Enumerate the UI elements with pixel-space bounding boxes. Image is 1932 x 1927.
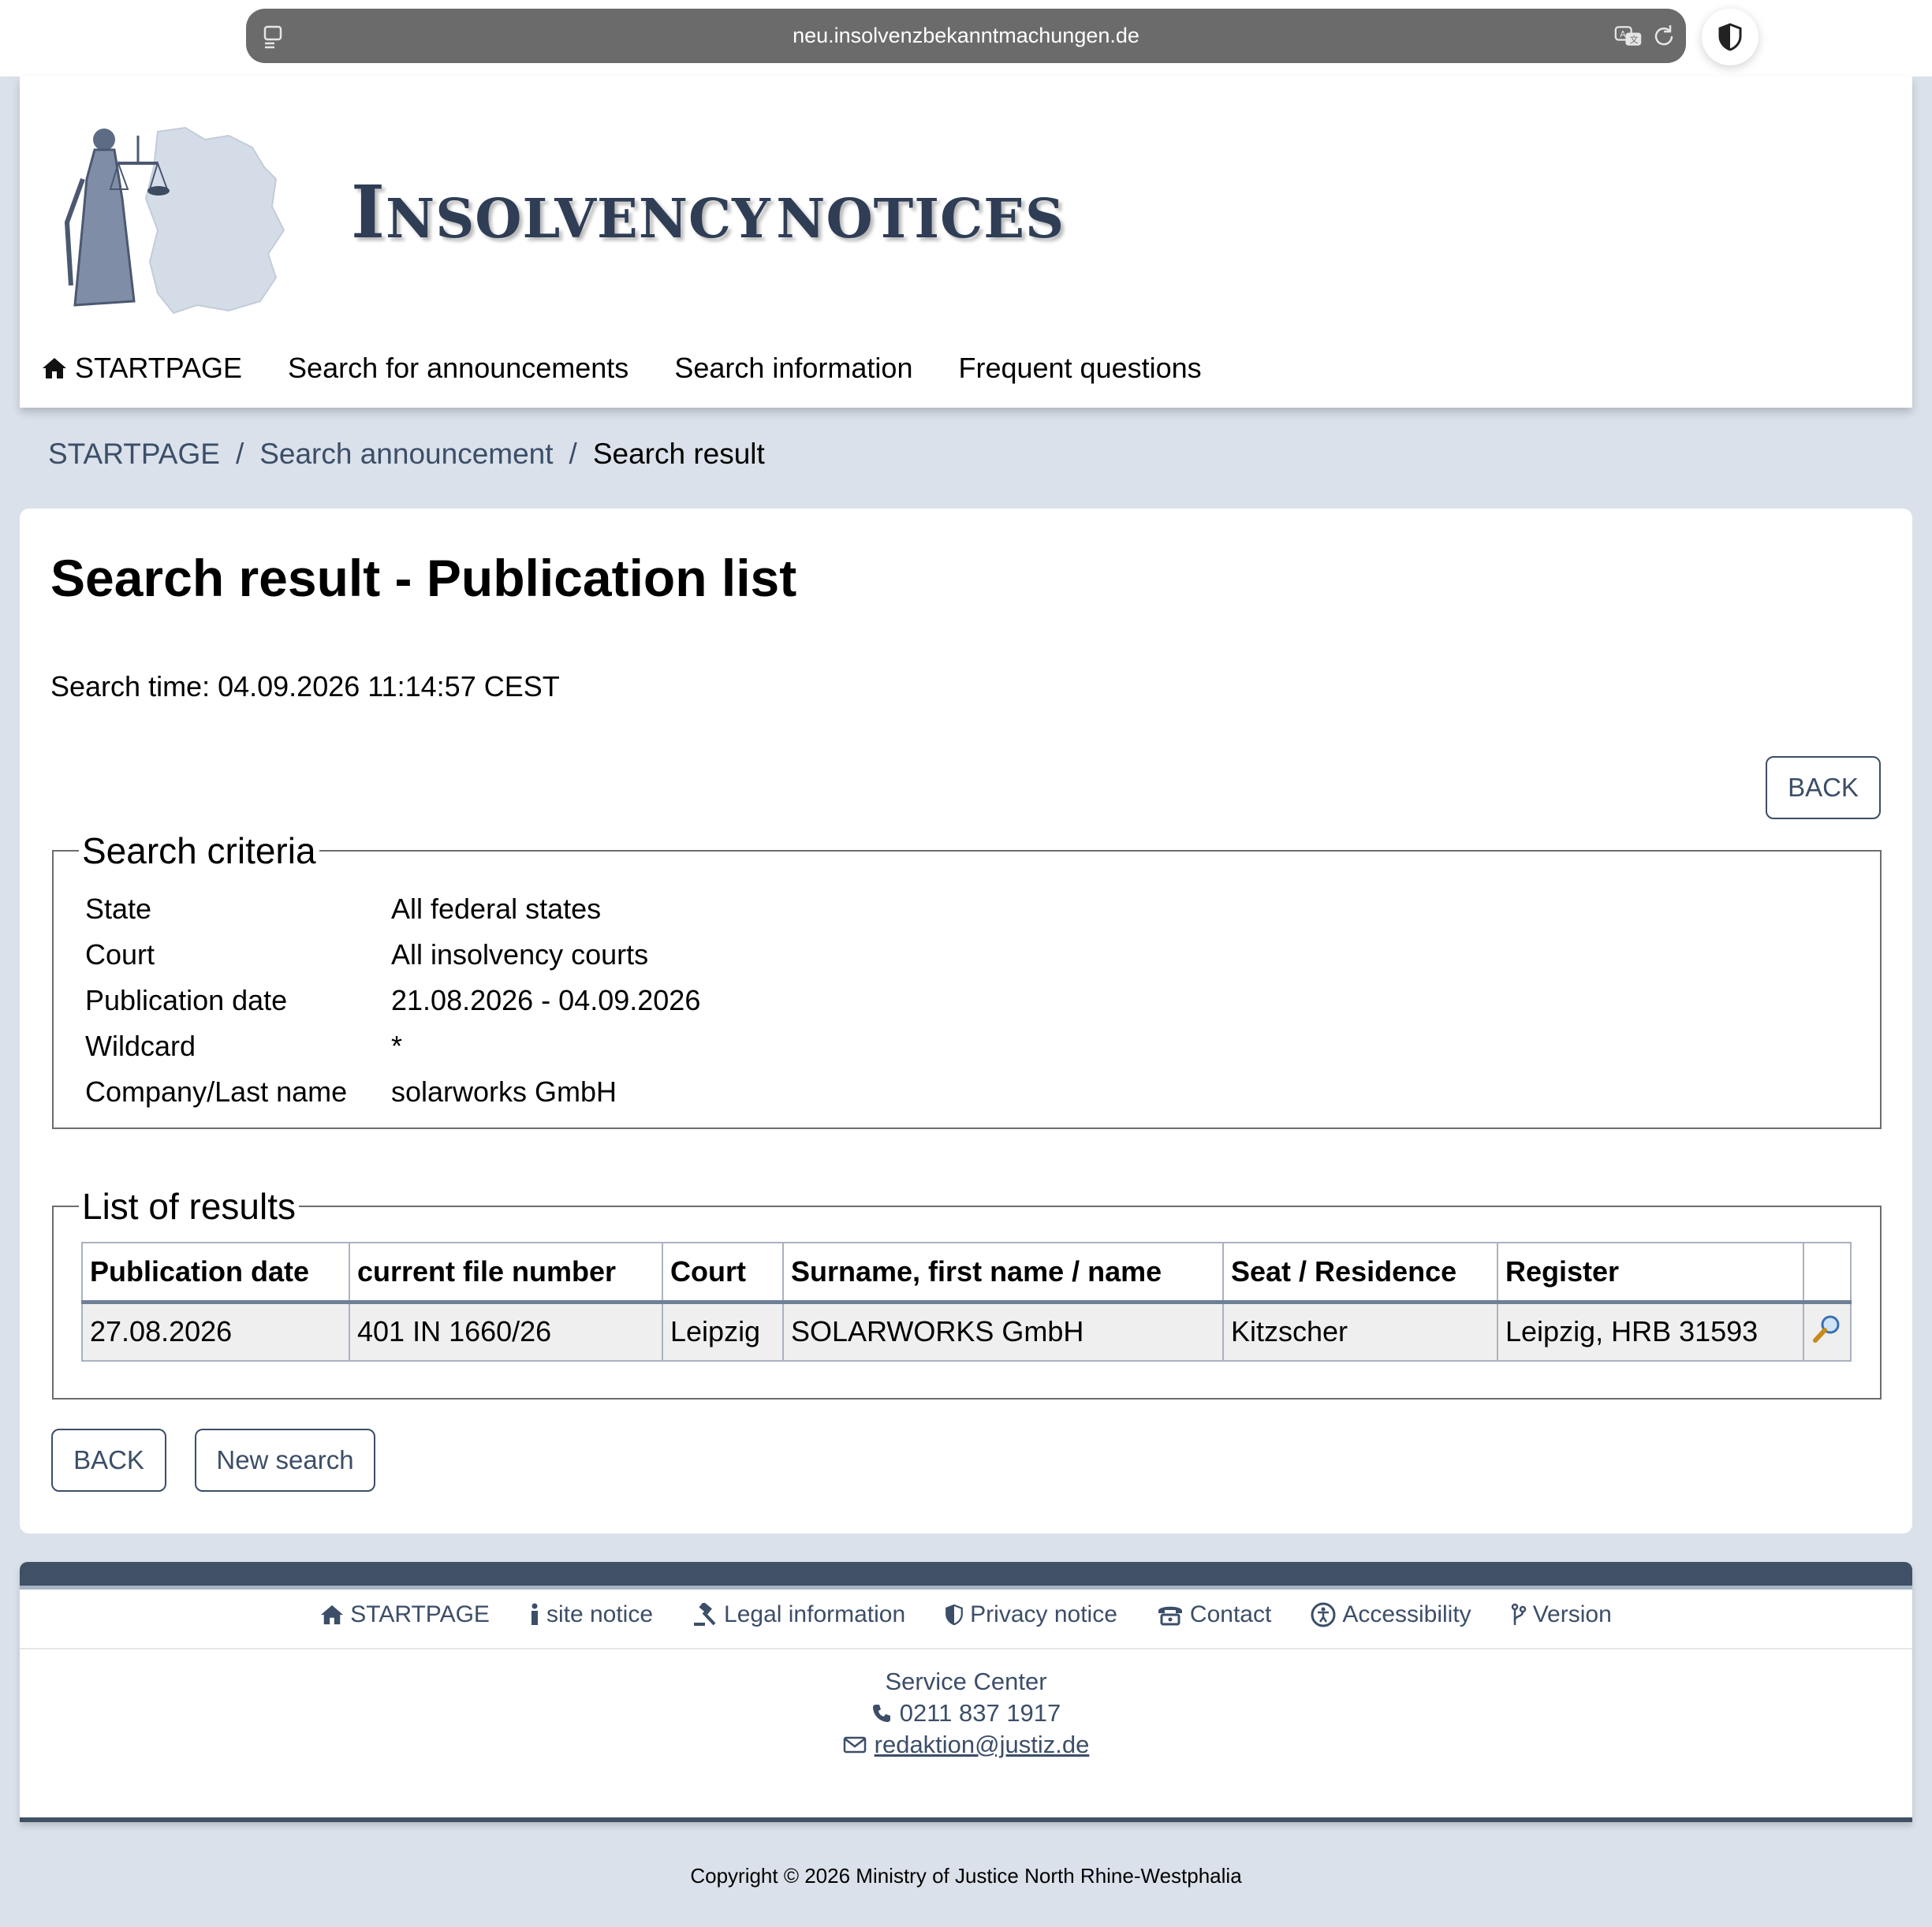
cell-action bbox=[1803, 1301, 1852, 1362]
page-title: Search result - Publication list bbox=[50, 549, 797, 607]
back-button-bottom[interactable]: BACK bbox=[51, 1429, 166, 1492]
magnifier-icon[interactable] bbox=[1811, 1313, 1843, 1344]
footer-link-label: Privacy notice bbox=[970, 1601, 1117, 1627]
table-header-row: Publication date current file number Cou… bbox=[81, 1242, 1852, 1304]
breadcrumb-search-announcement[interactable]: Search announcement bbox=[259, 438, 553, 471]
column-header-action bbox=[1803, 1242, 1852, 1304]
column-header-seat[interactable]: Seat / Residence bbox=[1222, 1242, 1498, 1304]
nav-search-information[interactable]: Search information bbox=[674, 352, 912, 385]
phone-icon bbox=[872, 1705, 890, 1722]
column-header-name[interactable]: Surname, first name / name bbox=[782, 1242, 1224, 1304]
home-icon bbox=[43, 358, 66, 378]
service-email: redaktion@justiz.de bbox=[20, 1729, 1912, 1761]
back-button-top[interactable]: BACK bbox=[1766, 756, 1881, 819]
nav-startpage-label: STARTPAGE bbox=[75, 352, 243, 384]
nav-search-information-label: Search information bbox=[674, 352, 913, 384]
service-center: Service Center 0211 837 1917 redaktion@j… bbox=[20, 1666, 1912, 1761]
nav-startpage[interactable]: STARTPAGE bbox=[42, 352, 242, 385]
copyright: Copyright © 2026 Ministry of Justice Nor… bbox=[690, 1864, 1242, 1888]
nav-frequent-questions-label: Frequent questions bbox=[958, 352, 1202, 384]
footer-link-label: STARTPAGE bbox=[350, 1601, 490, 1627]
footer-divider bbox=[20, 1648, 1912, 1649]
translate-icon[interactable]: A 文 bbox=[1614, 22, 1643, 50]
svg-text:A: A bbox=[1620, 29, 1626, 39]
criteria-label: State bbox=[85, 893, 152, 925]
breadcrumb-startpage[interactable]: STARTPAGE bbox=[48, 438, 220, 471]
site-footer: STARTPAGE site notice Legal information … bbox=[20, 1562, 1912, 1822]
column-header-publication-date[interactable]: Publication date bbox=[81, 1242, 350, 1304]
criteria-value: * bbox=[391, 1030, 403, 1062]
telephone-icon bbox=[1158, 1606, 1182, 1626]
breadcrumb-separator: / bbox=[235, 438, 244, 470]
service-phone: 0211 837 1917 bbox=[20, 1698, 1912, 1729]
breadcrumb-current: Search result bbox=[592, 438, 765, 470]
cell-seat: Kitzscher bbox=[1222, 1301, 1498, 1362]
footer-link-label: site notice bbox=[546, 1601, 654, 1627]
site-title-word-2: NOTICES bbox=[776, 188, 1065, 251]
cell-register: Leipzig, HRB 31593 bbox=[1497, 1301, 1804, 1362]
footer-link-site-notice[interactable]: site notice bbox=[529, 1601, 653, 1628]
footer-link-privacy-notice[interactable]: Privacy notice bbox=[945, 1601, 1117, 1628]
service-phone-number[interactable]: 0211 837 1917 bbox=[900, 1698, 1061, 1729]
cell-name: SOLARWORKS GmbH bbox=[782, 1301, 1224, 1362]
svg-text:文: 文 bbox=[1630, 35, 1639, 45]
url-text: neu.insolvenzbekanntmachungen.de bbox=[793, 24, 1139, 47]
column-header-file-number[interactable]: current file number bbox=[349, 1242, 663, 1304]
criteria-value: 21.08.2026 - 04.09.2026 bbox=[391, 984, 701, 1016]
privacy-shield-button[interactable] bbox=[1702, 9, 1759, 65]
shield-icon bbox=[945, 1604, 964, 1626]
footer-link-accessibility[interactable]: Accessibility bbox=[1311, 1601, 1471, 1628]
service-email-link[interactable]: redaktion@justiz.de bbox=[875, 1729, 1090, 1761]
column-header-register[interactable]: Register bbox=[1497, 1242, 1804, 1304]
column-header-court[interactable]: Court bbox=[662, 1242, 784, 1304]
breadcrumb-separator: / bbox=[569, 438, 577, 470]
reload-icon[interactable] bbox=[1650, 22, 1678, 50]
service-center-title: Service Center bbox=[885, 1668, 1047, 1695]
site-title: INSOLVENCY NOTICES bbox=[351, 170, 1065, 255]
breadcrumb: STARTPAGE / Search announcement / Search… bbox=[48, 438, 765, 471]
results-table: Publication date current file number Cou… bbox=[81, 1242, 1852, 1362]
main-navigation: STARTPAGE Search for announcements Searc… bbox=[42, 348, 1202, 388]
address-bar[interactable]: neu.insolvenzbekanntmachungen.de A 文 bbox=[246, 9, 1686, 63]
footer-link-label: Version bbox=[1532, 1601, 1612, 1627]
code-branch-icon bbox=[1511, 1603, 1526, 1625]
footer-link-label: Contact bbox=[1189, 1601, 1272, 1627]
results-legend: List of results bbox=[82, 1186, 296, 1227]
nav-frequent-questions[interactable]: Frequent questions bbox=[958, 352, 1201, 385]
site-title-word-1: NSOLVENCY bbox=[386, 188, 771, 251]
criteria-label: Court bbox=[85, 938, 155, 971]
footer-link-startpage[interactable]: STARTPAGE bbox=[320, 1601, 490, 1628]
site-title-initial: I bbox=[351, 170, 386, 255]
nav-search-announcements-label: Search for announcements bbox=[288, 352, 629, 384]
footer-navigation: STARTPAGE site notice Legal information … bbox=[20, 1601, 1912, 1628]
home-icon bbox=[321, 1605, 344, 1625]
shield-icon bbox=[1718, 23, 1742, 51]
new-search-button[interactable]: New search bbox=[195, 1429, 375, 1492]
accessibility-icon bbox=[1311, 1602, 1336, 1627]
criteria-value: All federal states bbox=[391, 893, 602, 925]
cell-file-number: 401 IN 1660/26 bbox=[349, 1301, 663, 1362]
footer-link-label: Legal information bbox=[724, 1601, 906, 1627]
footer-link-legal-information[interactable]: Legal information bbox=[692, 1601, 905, 1628]
cell-court: Leipzig bbox=[662, 1301, 784, 1362]
criteria-label: Wildcard bbox=[85, 1030, 196, 1062]
criteria-label: Publication date bbox=[85, 984, 288, 1016]
criteria-value: All insolvency courts bbox=[391, 938, 649, 971]
nav-search-announcements[interactable]: Search for announcements bbox=[288, 352, 628, 385]
footer-link-version[interactable]: Version bbox=[1511, 1601, 1612, 1628]
criteria-value: solarworks GmbH bbox=[391, 1075, 617, 1108]
browser-toolbar: neu.insolvenzbekanntmachungen.de A 文 bbox=[0, 0, 1932, 76]
gavel-icon bbox=[694, 1603, 716, 1626]
justitia-germany-logo[interactable] bbox=[39, 104, 300, 317]
footer-link-contact[interactable]: Contact bbox=[1157, 1601, 1271, 1628]
envelope-icon bbox=[843, 1736, 866, 1754]
table-row[interactable]: 27.08.2026 401 IN 1660/26 Leipzig SOLARW… bbox=[81, 1301, 1852, 1362]
search-criteria-legend: Search criteria bbox=[82, 830, 316, 871]
search-time: Search time: 04.09.2026 11:14:57 CEST bbox=[50, 670, 560, 703]
info-icon bbox=[531, 1603, 538, 1625]
site-header: INSOLVENCY NOTICES STARTPAGE Search for … bbox=[20, 76, 1912, 408]
criteria-label: Company/Last name bbox=[85, 1075, 348, 1108]
footer-link-label: Accessibility bbox=[1342, 1601, 1471, 1627]
cell-publication-date: 27.08.2026 bbox=[81, 1301, 350, 1362]
